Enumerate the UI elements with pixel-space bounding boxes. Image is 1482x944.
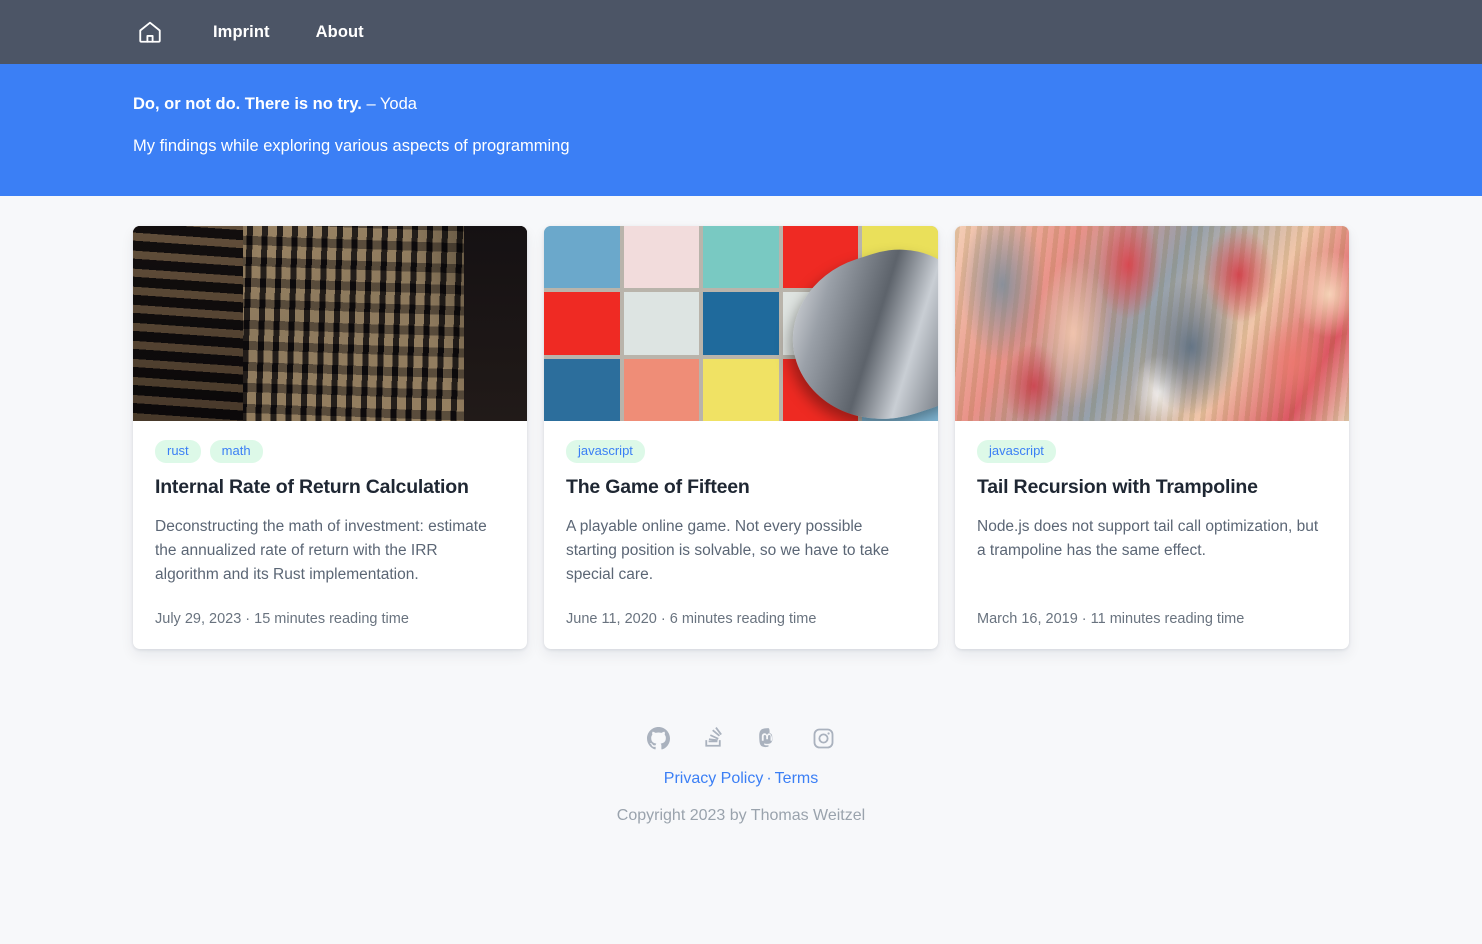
hero-quote-line: Do, or not do. There is no try. – Yoda	[133, 95, 1482, 115]
tile	[703, 292, 779, 355]
terms-link[interactable]: Terms	[775, 770, 819, 787]
github-link[interactable]	[647, 726, 670, 750]
tag-javascript[interactable]: javascript	[977, 440, 1056, 464]
post-card[interactable]: javascript The Game of Fifteen A playabl…	[544, 226, 938, 649]
hero-subtitle: My findings while exploring various aspe…	[133, 136, 570, 155]
post-card-body: javascript The Game of Fifteen A playabl…	[544, 421, 938, 649]
post-card-tags: rust math	[155, 440, 505, 464]
post-card-title[interactable]: The Game of Fifteen	[566, 476, 916, 499]
post-card-meta: July 29, 2023 · 15 minutes reading time	[155, 610, 409, 627]
tile	[544, 226, 620, 289]
tile	[862, 358, 938, 421]
post-card[interactable]: javascript Tail Recursion with Trampolin…	[955, 226, 1349, 649]
hero-banner: Do, or not do. There is no try. – Yoda M…	[0, 64, 1482, 196]
tag-math[interactable]: math	[209, 440, 263, 464]
post-card-tags: javascript	[977, 440, 1327, 464]
nav-link-about[interactable]: About	[316, 23, 364, 42]
social-links	[0, 726, 1482, 750]
tag-rust[interactable]: rust	[155, 440, 201, 464]
hero-quote-author: – Yoda	[366, 95, 417, 113]
hero-quote: Do, or not do. There is no try.	[133, 95, 362, 113]
home-link[interactable]	[133, 15, 167, 49]
tile	[703, 358, 779, 421]
tile	[782, 292, 859, 355]
top-navbar: Imprint About	[0, 0, 1482, 64]
tile	[862, 292, 938, 355]
post-card-meta: March 16, 2019 · 11 minutes reading time	[977, 610, 1245, 627]
post-card[interactable]: rust math Internal Rate of Return Calcul…	[133, 226, 527, 649]
tile	[782, 226, 859, 289]
tile	[782, 358, 859, 421]
post-card-tags: javascript	[566, 440, 916, 464]
tile	[544, 358, 620, 421]
post-card-description: Node.js does not support tail call optim…	[977, 517, 1319, 559]
tile	[703, 226, 779, 289]
post-card-title[interactable]: Tail Recursion with Trampoline	[977, 476, 1327, 499]
post-card-body: javascript Tail Recursion with Trampolin…	[955, 421, 1349, 649]
post-card-description: A playable online game. Not every possib…	[566, 517, 890, 583]
tile	[623, 292, 700, 355]
post-card-image[interactable]	[955, 226, 1349, 421]
footer-link-separator: ·	[766, 769, 772, 787]
home-icon	[137, 19, 163, 45]
page-footer: Privacy Policy · Terms Copyright 2023 by T…	[0, 726, 1482, 825]
stackoverflow-icon	[702, 726, 725, 754]
tile	[623, 226, 700, 289]
post-card-image[interactable]	[133, 226, 527, 421]
post-card-body: rust math Internal Rate of Return Calcul…	[133, 421, 527, 649]
post-card-list: rust math Internal Rate of Return Calcul…	[0, 196, 1482, 649]
post-card-meta: June 11, 2020 · 6 minutes reading time	[566, 610, 817, 627]
tag-javascript[interactable]: javascript	[566, 440, 645, 464]
tile	[862, 226, 938, 289]
nav-links: Imprint About	[213, 23, 410, 42]
mastodon-icon	[757, 727, 780, 754]
instagram-link[interactable]	[812, 727, 835, 750]
post-card-description: Deconstructing the math of investment: e…	[155, 517, 487, 583]
post-card-title[interactable]: Internal Rate of Return Calculation	[155, 476, 505, 499]
mastodon-link[interactable]	[757, 727, 780, 750]
post-card-image[interactable]	[544, 226, 938, 421]
footer-links: Privacy Policy · Terms	[0, 770, 1482, 788]
privacy-policy-link[interactable]: Privacy Policy	[664, 770, 764, 787]
tile	[544, 292, 620, 355]
nav-link-imprint[interactable]: Imprint	[213, 23, 270, 42]
stackoverflow-link[interactable]	[702, 726, 725, 750]
instagram-icon	[812, 728, 835, 754]
tile	[623, 358, 700, 421]
copyright-text: Copyright 2023 by Thomas Weitzel	[616, 806, 866, 824]
github-icon	[647, 726, 670, 754]
